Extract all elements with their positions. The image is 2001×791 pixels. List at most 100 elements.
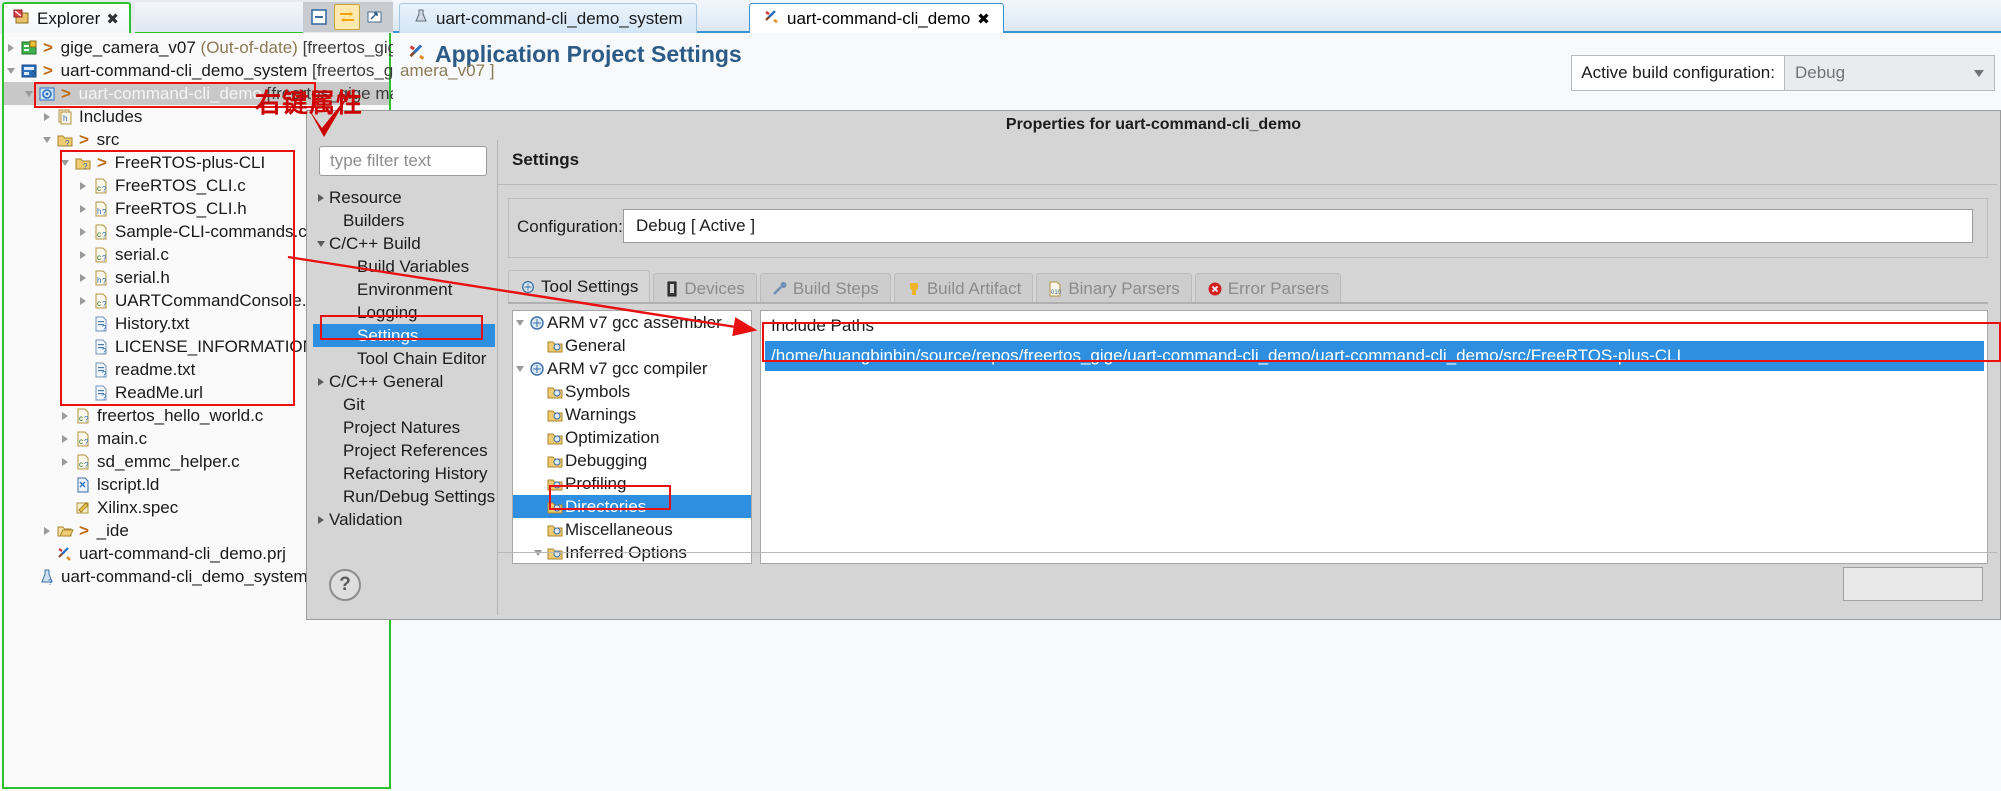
h-file-icon: h?	[90, 269, 112, 287]
properties-nav-item[interactable]: Settings	[313, 324, 495, 347]
chevron-down-icon[interactable]	[58, 151, 72, 174]
chevron-right-icon[interactable]	[58, 404, 72, 427]
properties-nav-item[interactable]: Resource	[313, 186, 495, 209]
chevron-right-icon[interactable]	[313, 377, 329, 386]
include-path-item[interactable]: /home/huangbinbin/source/repos/freertos_…	[765, 341, 1984, 371]
chevron-down-icon[interactable]	[313, 240, 329, 247]
tree-item[interactable]: > gige_camera_v07 (Out-of-date) [freerto…	[4, 36, 453, 59]
error-parsers-icon	[1207, 281, 1223, 297]
tool-tree-item[interactable]: Miscellaneous	[513, 518, 751, 541]
configuration-label: Configuration:	[517, 217, 623, 236]
tool-tree-item[interactable]: Warnings	[513, 403, 751, 426]
chevron-right-icon[interactable]	[76, 243, 90, 266]
chevron-right-icon[interactable]	[76, 266, 90, 289]
tree-item-label: Includes	[76, 107, 142, 127]
chevron-right-icon[interactable]	[76, 197, 90, 220]
properties-nav-item[interactable]: Git	[313, 393, 495, 416]
active-build-configuration-label: Active build configuration:	[1581, 63, 1775, 82]
dialog-nav-panel: type filter text Resource Builders C/C++ B…	[313, 140, 495, 580]
tool-tree-item[interactable]: Profiling	[513, 472, 751, 495]
chevron-down-icon[interactable]	[40, 128, 54, 151]
tool-tree-panel[interactable]: ARM v7 gcc assembler General ARM v7 gcc co…	[512, 310, 752, 564]
editor-breadcrumb: amera_v07 ]	[400, 61, 495, 80]
tree-item[interactable]: ? > uart-command-cli_demo_system [freerto…	[4, 59, 621, 82]
chevron-right-icon[interactable]	[58, 427, 72, 450]
tree-item-label: lscript.ld	[94, 475, 159, 495]
svg-text:?: ?	[102, 277, 107, 286]
tree-item-label: readme.txt	[112, 360, 195, 380]
configuration-select[interactable]: Debug [ Active ]	[623, 209, 1973, 243]
chevron-right-icon[interactable]	[58, 450, 72, 473]
tool-tree-item[interactable]: General	[513, 334, 751, 357]
svg-text:h: h	[97, 276, 101, 285]
properties-nav-item[interactable]: Logging	[313, 301, 495, 324]
explorer-tab-close-icon[interactable]: ✖	[106, 10, 119, 28]
properties-nav-item[interactable]: C/C++ Build	[313, 232, 495, 255]
properties-tab[interactable]: Build Steps	[759, 273, 891, 303]
tool-tree-item[interactable]: Optimization	[513, 426, 751, 449]
tree-item-label: serial.h	[112, 268, 170, 288]
properties-nav-item[interactable]: Build Variables	[313, 255, 495, 278]
editor-tab-app[interactable]: uart-command-cli_demo ✖	[749, 3, 1004, 33]
dialog-title: Properties for uart-command-cli_demo	[1005, 115, 1302, 133]
c-file-icon: c?	[90, 246, 112, 264]
properties-nav-item[interactable]: Project Natures	[313, 416, 495, 439]
tree-item-label: > FreeRTOS-plus-CLI	[94, 153, 265, 173]
collapse-all-icon[interactable]	[306, 4, 332, 30]
active-build-configuration-select[interactable]: Debug	[1784, 56, 1994, 90]
properties-tab[interactable]: 010 Binary Parsers	[1036, 273, 1192, 303]
properties-nav-tree[interactable]: Resource Builders C/C++ Build Build Variabl…	[313, 186, 495, 531]
help-icon[interactable]: ?	[329, 569, 361, 601]
properties-nav-item[interactable]: C/C++ General	[313, 370, 495, 393]
chevron-right-icon[interactable]	[4, 36, 18, 59]
chevron-right-icon[interactable]	[40, 519, 54, 542]
properties-nav-label: Run/Debug Settings	[343, 486, 496, 506]
chevron-right-icon[interactable]	[76, 289, 90, 312]
filter-input[interactable]: type filter text	[319, 146, 487, 176]
chevron-down-icon[interactable]	[513, 357, 527, 380]
tool-tree-item[interactable]: Directories	[513, 495, 751, 518]
svg-text:c: c	[97, 253, 101, 262]
chevron-right-icon[interactable]	[313, 515, 329, 524]
svg-text:?: ?	[102, 393, 107, 402]
properties-nav-item[interactable]: Tool Chain Editor	[313, 347, 495, 370]
properties-nav-item[interactable]: Builders	[313, 209, 495, 232]
tool-tree-item[interactable]: ARM v7 gcc compiler	[513, 357, 751, 380]
properties-tab[interactable]: Error Parsers	[1194, 273, 1341, 303]
spec-file-icon	[72, 499, 94, 517]
properties-nav-item[interactable]: Validation	[313, 508, 495, 531]
include-paths-list[interactable]: /home/huangbinbin/source/repos/freertos_…	[765, 341, 1984, 371]
properties-nav-item[interactable]: Environment	[313, 278, 495, 301]
svg-text:c: c	[97, 299, 101, 308]
c-file-icon: c?	[90, 223, 112, 241]
properties-nav-item[interactable]: Refactoring History	[313, 462, 495, 485]
explorer-tab[interactable]: Explorer ✖	[2, 2, 131, 34]
editor-tab-system[interactable]: uart-command-cli_demo_system	[399, 3, 697, 33]
dialog-footer-button[interactable]	[1843, 567, 1983, 601]
tool-tree-item[interactable]: Symbols	[513, 380, 751, 403]
properties-nav-item[interactable]: Run/Debug Settings	[313, 485, 495, 508]
tool-tree-item[interactable]: Debugging	[513, 449, 751, 472]
properties-nav-item[interactable]: Project References	[313, 439, 495, 462]
chevron-right-icon[interactable]	[313, 193, 329, 202]
properties-tabs[interactable]: Tool Settings Devices Build Steps Build Art…	[508, 270, 1344, 303]
properties-tab[interactable]: Build Artifact	[893, 273, 1034, 303]
chevron-right-icon[interactable]	[76, 220, 90, 243]
chevron-right-icon[interactable]	[40, 105, 54, 128]
chevron-down-icon[interactable]	[4, 59, 18, 82]
svg-text:?: ?	[65, 139, 70, 148]
editor-tab-close-icon[interactable]: ✖	[977, 10, 990, 28]
tree-item-label: LICENSE_INFORMATION.txt	[112, 337, 338, 357]
properties-tab[interactable]: Tool Settings	[508, 270, 651, 303]
chevron-down-icon[interactable]	[22, 82, 36, 105]
chevron-right-icon[interactable]	[76, 174, 90, 197]
link-with-editor-icon[interactable]	[334, 4, 360, 30]
tool-tree-item[interactable]: ARM v7 gcc assembler	[513, 311, 751, 334]
tool-tree-label: Miscellaneous	[565, 519, 673, 539]
tree-item-name: uart-command-cli_demo_system	[60, 60, 308, 80]
text-file-icon: ?	[90, 361, 112, 379]
sprj-file-icon: ?	[36, 568, 58, 586]
properties-tab[interactable]: Devices	[653, 273, 757, 303]
view-menu-icon[interactable]	[362, 4, 388, 30]
chevron-down-icon[interactable]	[513, 311, 527, 334]
